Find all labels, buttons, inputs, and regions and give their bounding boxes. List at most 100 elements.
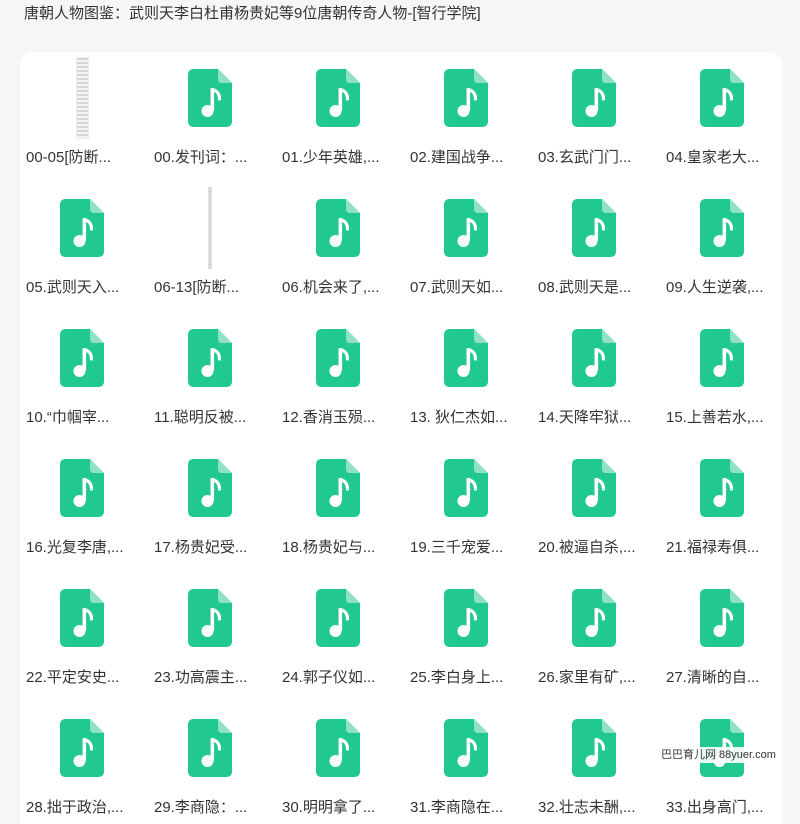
file-item[interactable]: 30.明明拿了...: [280, 718, 396, 818]
file-icon-area[interactable]: [664, 328, 780, 388]
file-icon-area[interactable]: [24, 588, 140, 648]
file-item[interactable]: 02.建国战争...: [408, 68, 524, 168]
file-name[interactable]: 29.李商隐：...: [152, 798, 268, 818]
file-item[interactable]: 06-13[防断...: [152, 187, 268, 298]
file-name[interactable]: 14.天降牢狱...: [536, 408, 652, 428]
file-icon-area[interactable]: [408, 68, 524, 128]
file-name[interactable]: 09.人生逆袭,...: [664, 278, 780, 298]
file-item[interactable]: 13. 狄仁杰如...: [408, 328, 524, 428]
file-name[interactable]: 08.武则天是...: [536, 278, 652, 298]
file-name[interactable]: 04.皇家老大...: [664, 148, 780, 168]
file-item[interactable]: 04.皇家老大...: [664, 68, 780, 168]
file-name[interactable]: 30.明明拿了...: [280, 798, 396, 818]
file-item[interactable]: 33.出身高门,...: [664, 718, 780, 818]
file-name[interactable]: 18.杨贵妃与...: [280, 538, 396, 558]
file-name[interactable]: 00-05[防断...: [24, 148, 140, 168]
file-item[interactable]: 00.发刊词：...: [152, 68, 268, 168]
file-name[interactable]: 02.建国战争...: [408, 148, 524, 168]
file-item[interactable]: 31.李商隐在...: [408, 718, 524, 818]
file-name[interactable]: 15.上善若水,...: [664, 408, 780, 428]
file-name[interactable]: 10.“巾帼宰...: [24, 408, 140, 428]
file-item[interactable]: 00-05[防断...: [24, 57, 140, 168]
file-name[interactable]: 32.壮志未酬,...: [536, 798, 652, 818]
file-name[interactable]: 06.机会来了,...: [280, 278, 396, 298]
file-name[interactable]: 23.功高震主...: [152, 668, 268, 688]
file-icon-area[interactable]: [408, 588, 524, 648]
file-icon-area[interactable]: [536, 718, 652, 778]
file-item[interactable]: 23.功高震主...: [152, 588, 268, 688]
file-icon-area[interactable]: [664, 198, 780, 258]
file-item[interactable]: 26.家里有矿,...: [536, 588, 652, 688]
file-item[interactable]: 11.聪明反被...: [152, 328, 268, 428]
file-icon-area[interactable]: [24, 458, 140, 518]
file-item[interactable]: 07.武则天如...: [408, 198, 524, 298]
file-item[interactable]: 12.香消玉殒...: [280, 328, 396, 428]
file-name[interactable]: 05.武则天入...: [24, 278, 140, 298]
file-item[interactable]: 22.平定安史...: [24, 588, 140, 688]
file-icon-area[interactable]: [152, 187, 268, 269]
file-icon-area[interactable]: [280, 68, 396, 128]
file-item[interactable]: 16.光复李唐,...: [24, 458, 140, 558]
file-name[interactable]: 24.郭子仪如...: [280, 668, 396, 688]
file-item[interactable]: 17.杨贵妃受...: [152, 458, 268, 558]
file-name[interactable]: 27.清晰的自...: [664, 668, 780, 688]
file-icon-area[interactable]: [280, 588, 396, 648]
file-icon-area[interactable]: [280, 458, 396, 518]
file-name[interactable]: 26.家里有矿,...: [536, 668, 652, 688]
file-item[interactable]: 25.李白身上...: [408, 588, 524, 688]
file-name[interactable]: 20.被逼自杀,...: [536, 538, 652, 558]
file-item[interactable]: 29.李商隐：...: [152, 718, 268, 818]
file-icon-area[interactable]: [152, 718, 268, 778]
file-icon-area[interactable]: [152, 68, 268, 128]
file-name[interactable]: 22.平定安史...: [24, 668, 140, 688]
file-item[interactable]: 01.少年英雄,...: [280, 68, 396, 168]
file-item[interactable]: 24.郭子仪如...: [280, 588, 396, 688]
file-item[interactable]: 14.天降牢狱...: [536, 328, 652, 428]
file-icon-area[interactable]: [536, 588, 652, 648]
file-name[interactable]: 17.杨贵妃受...: [152, 538, 268, 558]
file-name[interactable]: 03.玄武门门...: [536, 148, 652, 168]
file-item[interactable]: 21.福禄寿俱...: [664, 458, 780, 558]
file-name[interactable]: 01.少年英雄,...: [280, 148, 396, 168]
file-icon-area[interactable]: [24, 57, 140, 139]
file-icon-area[interactable]: [280, 328, 396, 388]
file-icon-area[interactable]: [664, 588, 780, 648]
file-name[interactable]: 06-13[防断...: [152, 278, 268, 298]
file-name[interactable]: 33.出身高门,...: [664, 798, 780, 818]
file-icon-area[interactable]: [152, 588, 268, 648]
file-name[interactable]: 12.香消玉殒...: [280, 408, 396, 428]
file-item[interactable]: 10.“巾帼宰...: [24, 328, 140, 428]
file-icon-area[interactable]: [408, 718, 524, 778]
file-icon-area[interactable]: [408, 198, 524, 258]
file-item[interactable]: 28.拙于政治,...: [24, 718, 140, 818]
file-name[interactable]: 25.李白身上...: [408, 668, 524, 688]
file-icon-area[interactable]: [536, 198, 652, 258]
file-item[interactable]: 06.机会来了,...: [280, 198, 396, 298]
file-name[interactable]: 11.聪明反被...: [152, 408, 268, 428]
file-item[interactable]: 18.杨贵妃与...: [280, 458, 396, 558]
file-item[interactable]: 19.三千宠爱...: [408, 458, 524, 558]
file-item[interactable]: 09.人生逆袭,...: [664, 198, 780, 298]
file-icon-area[interactable]: [408, 328, 524, 388]
file-icon-area[interactable]: [24, 328, 140, 388]
file-icon-area[interactable]: [24, 198, 140, 258]
file-item[interactable]: 03.玄武门门...: [536, 68, 652, 168]
file-icon-area[interactable]: [408, 458, 524, 518]
file-icon-area[interactable]: [536, 328, 652, 388]
file-name[interactable]: 31.李商隐在...: [408, 798, 524, 818]
file-item[interactable]: 15.上善若水,...: [664, 328, 780, 428]
file-name[interactable]: 21.福禄寿俱...: [664, 538, 780, 558]
file-icon-area[interactable]: [280, 198, 396, 258]
file-name[interactable]: 07.武则天如...: [408, 278, 524, 298]
file-item[interactable]: 27.清晰的自...: [664, 588, 780, 688]
file-item[interactable]: 32.壮志未酬,...: [536, 718, 652, 818]
file-icon-area[interactable]: [664, 458, 780, 518]
file-icon-area[interactable]: [536, 68, 652, 128]
file-name[interactable]: 16.光复李唐,...: [24, 538, 140, 558]
file-name[interactable]: 28.拙于政治,...: [24, 798, 140, 818]
file-icon-area[interactable]: [24, 718, 140, 778]
file-icon-area[interactable]: [152, 458, 268, 518]
file-item[interactable]: 20.被逼自杀,...: [536, 458, 652, 558]
file-icon-area[interactable]: [152, 328, 268, 388]
file-name[interactable]: 19.三千宠爱...: [408, 538, 524, 558]
